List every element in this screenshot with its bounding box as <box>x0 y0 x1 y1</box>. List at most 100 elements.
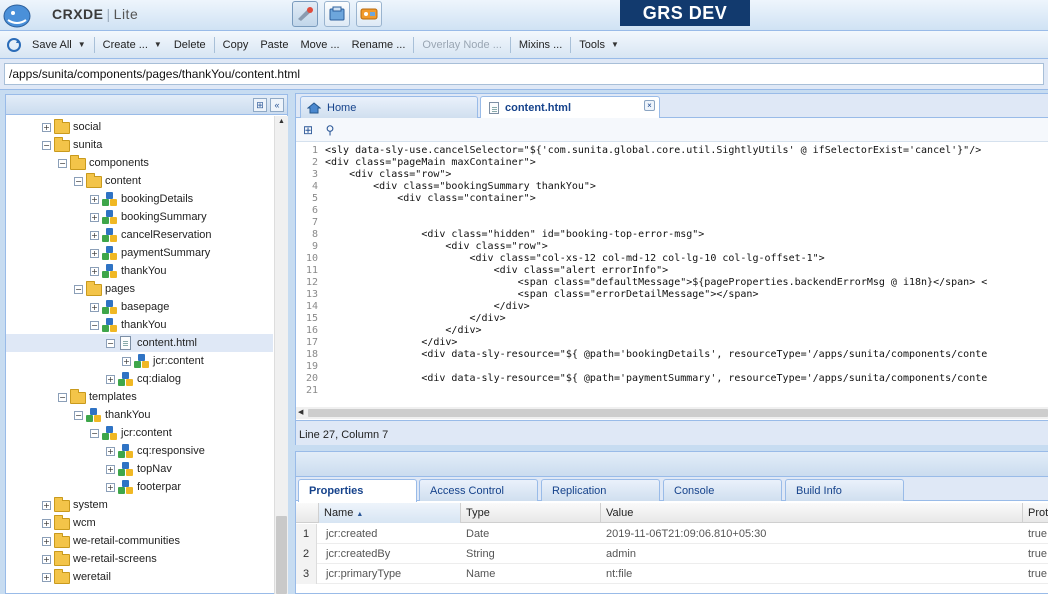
tree-item[interactable]: − thankYou <box>6 316 273 334</box>
tree-item[interactable]: − thankYou <box>6 406 273 424</box>
expand-icon[interactable]: + <box>106 374 115 384</box>
tree-item[interactable]: + cq:dialog <box>6 370 273 388</box>
collapse-icon[interactable]: − <box>90 320 99 330</box>
expand-icon[interactable]: + <box>42 122 51 132</box>
expand-icon[interactable]: + <box>42 500 51 510</box>
tree-item[interactable]: − content <box>6 172 273 190</box>
format-icon[interactable]: ⊞ <box>300 122 316 138</box>
code-line[interactable]: 4 <div class="bookingSummary thankYou"> <box>296 181 1048 193</box>
column-header-value[interactable]: Value <box>600 503 1022 523</box>
expand-icon[interactable]: + <box>42 554 51 564</box>
tree-item[interactable]: + paymentSummary <box>6 244 273 262</box>
code-line[interactable]: 16 </div> <box>296 325 1048 337</box>
code-line[interactable]: 19 <box>296 361 1048 373</box>
collapse-icon[interactable]: − <box>42 140 51 150</box>
panel-collapse-icon[interactable]: « <box>270 98 284 112</box>
scroll-left-icon[interactable]: ◀ <box>298 408 303 416</box>
code-editor[interactable]: 1 <sly data-sly-use.cancelSelector="${'co… <box>296 143 1048 407</box>
code-line[interactable]: 17 </div> <box>296 337 1048 349</box>
tree-item[interactable]: + thankYou <box>6 262 273 280</box>
code-line[interactable]: 2 <div class="pageMain maxContainer"> <box>296 157 1048 169</box>
table-row[interactable]: 2 jcr:createdBy String admin true <box>296 544 1048 564</box>
expand-icon[interactable]: + <box>90 266 99 276</box>
tree-item[interactable]: − content.html <box>6 334 273 352</box>
collapse-icon[interactable]: − <box>106 338 115 348</box>
tab-replication[interactable]: Replication <box>541 479 660 501</box>
table-row[interactable]: 3 jcr:primaryType Name nt:file true <box>296 564 1048 584</box>
tab-build-info[interactable]: Build Info <box>785 479 904 501</box>
chevron-down-icon[interactable]: ▼ <box>154 40 162 49</box>
expand-icon[interactable]: + <box>42 518 51 528</box>
code-line[interactable]: 13 <span class="errorDetailMessage"></sp… <box>296 289 1048 301</box>
tree-item[interactable]: + cq:responsive <box>6 442 273 460</box>
delete-button[interactable]: Delete <box>168 34 212 56</box>
code-line[interactable]: 6 <box>296 205 1048 217</box>
code-line[interactable]: 8 <div class="hidden" id="booking-top-er… <box>296 229 1048 241</box>
copy-button[interactable]: Copy <box>217 34 255 56</box>
tree-item[interactable]: + social <box>6 118 273 136</box>
close-icon[interactable]: × <box>644 100 655 111</box>
chevron-down-icon[interactable]: ▼ <box>611 40 619 49</box>
tree-item[interactable]: − templates <box>6 388 273 406</box>
paste-button[interactable]: Paste <box>254 34 294 56</box>
overlay-node-button[interactable]: Overlay Node ... <box>416 34 507 56</box>
tab-content-html[interactable]: content.html × <box>480 96 660 119</box>
expand-icon[interactable]: + <box>106 446 115 456</box>
collapse-icon[interactable]: − <box>58 392 67 402</box>
expand-icon[interactable]: + <box>90 302 99 312</box>
collapse-icon[interactable]: − <box>74 410 83 420</box>
code-line[interactable]: 5 <div class="container"> <box>296 193 1048 205</box>
code-line[interactable]: 10 <div class="col-xs-12 col-md-12 col-l… <box>296 253 1048 265</box>
tab-home[interactable]: Home <box>300 96 478 118</box>
collapse-icon[interactable]: − <box>74 284 83 294</box>
tree-item[interactable]: − jcr:content <box>6 424 273 442</box>
code-line[interactable]: 1 <sly data-sly-use.cancelSelector="${'co… <box>296 145 1048 157</box>
table-row[interactable]: 1 jcr:created Date 2019-11-06T21:09:06.810+… <box>296 524 1048 544</box>
expand-icon[interactable]: + <box>90 230 99 240</box>
tree-item[interactable]: + wcm <box>6 514 273 532</box>
tree-scroll-thumb[interactable] <box>276 516 287 594</box>
tree-collapse-all-icon[interactable]: ⊞ <box>253 98 267 112</box>
tree-item[interactable]: + system <box>6 496 273 514</box>
collapse-icon[interactable]: − <box>74 176 83 186</box>
expand-icon[interactable]: + <box>106 482 115 492</box>
expand-icon[interactable]: + <box>42 536 51 546</box>
tree-item[interactable]: + basepage <box>6 298 273 316</box>
tree-item[interactable]: + cancelReservation <box>6 226 273 244</box>
find-icon[interactable]: ⚲ <box>322 122 338 138</box>
tree-item[interactable]: − components <box>6 154 273 172</box>
code-line[interactable]: 18 <div data-sly-resource="${ @path='boo… <box>296 349 1048 361</box>
tree-item[interactable]: + topNav <box>6 460 273 478</box>
code-line[interactable]: 11 <div class="alert errorInfo"> <box>296 265 1048 277</box>
expand-icon[interactable]: + <box>90 194 99 204</box>
crxde-mode-button[interactable] <box>292 1 318 27</box>
expand-icon[interactable]: + <box>122 356 131 366</box>
code-line[interactable]: 20 <div data-sly-resource="${ @path='pay… <box>296 373 1048 385</box>
expand-icon[interactable]: + <box>106 464 115 474</box>
console-button[interactable] <box>356 1 382 27</box>
tab-properties[interactable]: Properties <box>298 479 417 502</box>
scroll-up-icon[interactable]: ▲ <box>278 118 285 125</box>
column-header-name[interactable]: Name ▲ <box>318 503 460 523</box>
editor-scroll-thumb[interactable] <box>308 409 1048 417</box>
expand-icon[interactable]: + <box>42 572 51 582</box>
tree-item[interactable]: + weretail <box>6 568 273 586</box>
tree-item[interactable]: + bookingSummary <box>6 208 273 226</box>
tab-console[interactable]: Console <box>663 479 782 501</box>
tools-button[interactable]: Tools ▼ <box>573 34 625 56</box>
tree-item[interactable]: − pages <box>6 280 273 298</box>
editor-horizontal-scrollbar[interactable]: ◀ <box>296 407 1048 419</box>
tree-item[interactable]: + we-retail-communities <box>6 532 273 550</box>
path-input[interactable] <box>4 63 1044 85</box>
code-line[interactable]: 7 <box>296 217 1048 229</box>
column-header-protected[interactable]: Prot <box>1022 503 1048 523</box>
collapse-icon[interactable]: − <box>90 428 99 438</box>
code-line[interactable]: 21 <box>296 385 1048 397</box>
tree-item[interactable]: + jcr:content <box>6 352 273 370</box>
save-all-button[interactable]: Save All ▼ <box>26 34 92 56</box>
package-manager-button[interactable] <box>324 1 350 27</box>
code-line[interactable]: 9 <div class="row"> <box>296 241 1048 253</box>
column-header-type[interactable]: Type <box>460 503 600 523</box>
chevron-down-icon[interactable]: ▼ <box>78 40 86 49</box>
tab-access-control[interactable]: Access Control <box>419 479 538 501</box>
